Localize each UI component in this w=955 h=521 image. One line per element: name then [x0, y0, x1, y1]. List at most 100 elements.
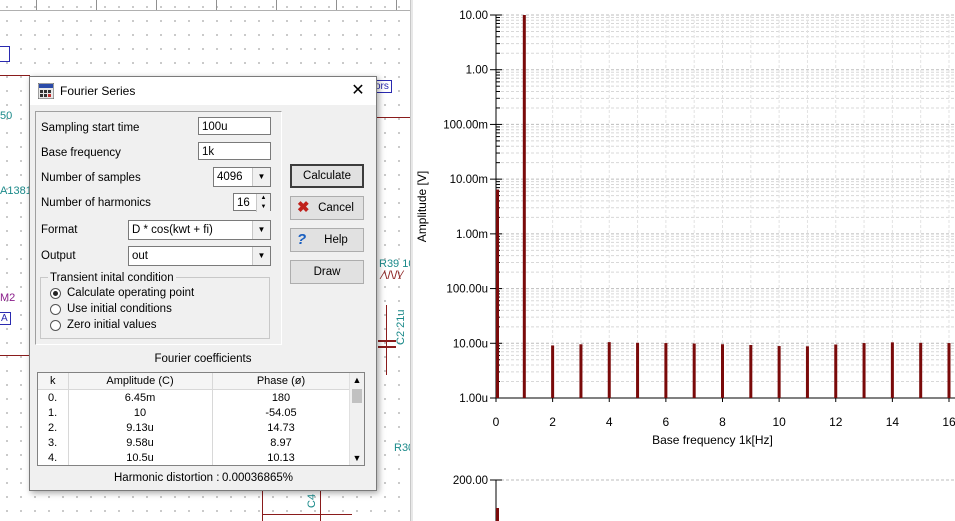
cell-amplitude: 9.13u — [126, 422, 154, 434]
cell-phase: 14.73 — [267, 422, 295, 434]
y-tick-label: 100.00u — [446, 284, 488, 296]
cancel-x-icon: ✖ — [297, 199, 310, 216]
radio-use-initial-conditions[interactable] — [50, 304, 61, 315]
column-header-k: k — [50, 375, 56, 387]
fourier-coefficients-table[interactable]: k Amplitude (C) Phase (ø) 0. 6.45m 180 1… — [37, 372, 365, 466]
sampling-start-time-input[interactable]: 100u — [198, 117, 271, 135]
resistor-zigzag: ⁄\/\/\⁄ — [382, 268, 403, 282]
x-tick-label: 12 — [829, 415, 843, 429]
cell-phase: 10.13 — [267, 452, 295, 464]
y-tick-label: 100.00m — [443, 119, 488, 131]
phase-chart-frame — [496, 480, 955, 521]
chevron-down-icon[interactable]: ▼ — [252, 221, 270, 239]
scroll-thumb[interactable] — [352, 389, 362, 403]
x-tick-label: 0 — [493, 415, 500, 429]
cell-amplitude: 9.58u — [126, 437, 154, 449]
radio-label-zero-initial-values[interactable]: Zero initial values — [67, 319, 156, 331]
x-tick-label: 6 — [663, 415, 670, 429]
cancel-button[interactable]: ✖ Cancel — [290, 196, 364, 220]
column-header-amplitude: Amplitude (C) — [106, 375, 174, 387]
x-tick-label: 8 — [719, 415, 726, 429]
stepper-up-icon[interactable]: ▲ — [257, 194, 270, 203]
fourier-coefficients-title: Fourier coefficients — [154, 353, 252, 365]
spectrum-plot-area: 10.00 1.00 100.00m 10.00m 1.00m 100.00u 10.00u… — [413, 0, 955, 521]
spectrum-bar — [496, 189, 499, 398]
spectrum-bar — [862, 343, 866, 398]
output-value: out — [132, 250, 148, 262]
dialog-title: Fourier Series — [60, 84, 136, 98]
cell-phase: 180 — [271, 392, 291, 404]
draw-button[interactable]: Draw — [290, 260, 364, 284]
number-of-harmonics-label: Number of harmonics — [41, 197, 151, 209]
sampling-start-time-label: Sampling start time — [41, 122, 140, 134]
base-frequency-input[interactable]: 1k — [198, 142, 271, 160]
x-tick-label: 14 — [886, 415, 900, 429]
stepper-down-icon[interactable]: ▼ — [257, 203, 270, 212]
chevron-down-icon[interactable]: ▼ — [252, 168, 270, 186]
stepper-buttons[interactable]: ▲ ▼ — [256, 194, 270, 212]
schematic-box-left — [0, 46, 10, 62]
y-tick-label: 10.00m — [450, 174, 488, 186]
spectrum-bar — [749, 345, 753, 398]
schematic-label-50: 50 — [0, 110, 13, 122]
spectrum-bar — [607, 342, 611, 398]
close-icon: ✕ — [351, 82, 365, 99]
number-of-samples-select[interactable]: 4096 ▼ — [213, 167, 271, 187]
x-tick-label: 2 — [549, 415, 556, 429]
x-tick-label: 10 — [772, 415, 786, 429]
y-tick-label: 10.00u — [453, 338, 488, 350]
number-of-harmonics-value: 16 — [237, 197, 250, 209]
y-tick-label: 1.00m — [456, 229, 488, 241]
cell-amplitude: 10.5u — [126, 452, 154, 464]
harmonic-distortion-value: 0.00036865% — [222, 472, 293, 484]
spectrum-bar — [777, 346, 781, 398]
output-label: Output — [41, 250, 76, 262]
cell-k: 4. — [48, 452, 58, 464]
spectrum-bar — [664, 343, 668, 398]
schematic-label-a1381: A1381 — [0, 185, 32, 197]
cell-k: 1. — [48, 407, 58, 419]
help-button-label: Help — [324, 234, 348, 246]
format-value: D * cos(kwt + fi) — [132, 224, 213, 236]
scroll-up-icon[interactable]: ▲ — [350, 373, 364, 387]
y-axis-label: Amplitude [V] — [415, 171, 429, 242]
spectrum-bar — [947, 343, 951, 398]
table-row[interactable]: 1. 10 -54.05 — [38, 405, 350, 421]
number-of-samples-value: 4096 — [217, 171, 243, 183]
radio-calculate-operating-point[interactable] — [50, 288, 61, 299]
radio-label-use-initial-conditions[interactable]: Use initial conditions — [67, 303, 172, 315]
spectrum-bar — [805, 346, 809, 398]
table-row[interactable]: 2. 9.13u 14.73 — [38, 420, 350, 436]
fourier-app-icon — [38, 83, 54, 99]
fourier-series-dialog: Fourier Series ✕ Sampling start time 100… — [29, 76, 377, 491]
calculate-button[interactable]: Calculate — [290, 164, 364, 188]
draw-button-label: Draw — [313, 266, 341, 278]
spectrum-bar — [721, 344, 724, 398]
number-of-harmonics-stepper[interactable]: 16 ▲ ▼ — [233, 193, 271, 212]
scroll-down-icon[interactable]: ▼ — [350, 451, 364, 465]
spectrum-bar — [522, 15, 526, 398]
help-button[interactable]: ? Help — [290, 228, 364, 252]
help-question-icon: ? — [297, 231, 307, 248]
table-row[interactable]: 0. 6.45m 180 — [38, 390, 350, 406]
table-scrollbar[interactable]: ▲ ▼ — [349, 373, 364, 465]
close-button[interactable]: ✕ — [348, 81, 368, 101]
format-select[interactable]: D * cos(kwt + fi) ▼ — [128, 220, 271, 240]
spectrum-bar — [579, 344, 583, 398]
table-row[interactable]: 4. 10.5u 10.13 — [38, 450, 350, 465]
format-label: Format — [41, 224, 78, 236]
x-tick-label: 4 — [606, 415, 613, 429]
amplitude-spectrum-chart: 10.00 1.00 100.00m 10.00m 1.00m 100.00u 10.00u… — [415, 10, 955, 521]
dialog-titlebar[interactable]: Fourier Series ✕ — [30, 77, 376, 105]
radio-zero-initial-values[interactable] — [50, 320, 61, 331]
cell-k: 3. — [48, 437, 58, 449]
number-of-samples-label: Number of samples — [41, 172, 141, 184]
radio-label-calculate-operating-point[interactable]: Calculate operating point — [67, 287, 194, 299]
spectrum-bar — [692, 343, 696, 398]
output-select[interactable]: out ▼ — [128, 246, 271, 266]
table-row[interactable]: 3. 9.58u 8.97 — [38, 435, 350, 451]
chevron-down-icon[interactable]: ▼ — [252, 247, 270, 265]
schematic-label-m2: M2 — [0, 292, 16, 304]
phase-bar — [496, 508, 499, 521]
transient-condition-title: Transient inital condition — [48, 272, 176, 284]
